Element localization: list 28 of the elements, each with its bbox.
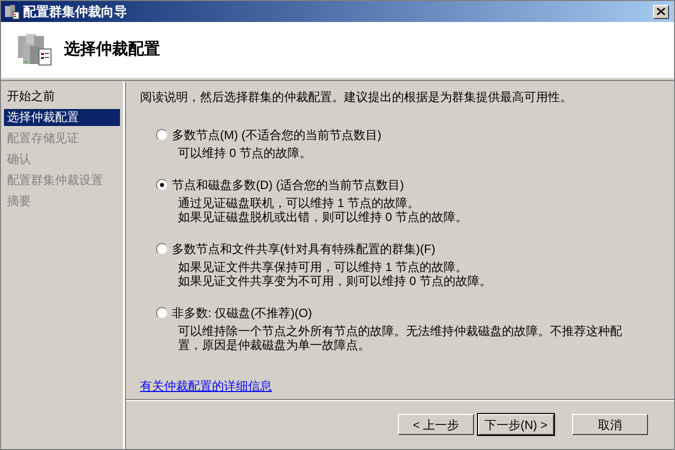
option-description: 可以维持 0 节点的故障。: [178, 146, 312, 160]
details-link[interactable]: 有关仲裁配置的详细信息: [140, 377, 272, 395]
option-label: 非多数: 仅磁盘(不推荐)(O): [172, 305, 312, 322]
option-description: 如果见证磁盘脱机或出错，则可以维持 0 节点的故障。: [178, 210, 468, 224]
option-label: 多数节点(M) (不适合您的当前节点数目): [172, 127, 382, 144]
option-label: 多数节点和文件共享(针对具有特殊配置的群集)(F): [172, 241, 436, 258]
wizard-button[interactable]: 取消: [572, 414, 648, 435]
window-title: 配置群集仲裁向导: [23, 2, 128, 21]
radio-button[interactable]: [156, 243, 168, 255]
radio-button[interactable]: [156, 129, 168, 141]
server-icon: [4, 4, 20, 20]
radio-button[interactable]: [156, 307, 168, 319]
option-description: 置，原因是仲裁磁盘为单一故障点。: [178, 338, 371, 352]
wizard-button[interactable]: 下一步(N) >: [478, 414, 554, 435]
sidebar-item[interactable]: 开始之前: [4, 88, 120, 105]
cluster-icon: [18, 34, 52, 66]
option-label: 节点和磁盘多数(D) (适合您的当前节点数目): [172, 177, 404, 194]
option-description: 通过见证磁盘联机，可以维持 1 节点的故障。: [178, 196, 420, 210]
radio-button[interactable]: [156, 179, 168, 191]
sidebar-item[interactable]: 选择仲裁配置: [4, 109, 120, 126]
option-description: 如果见证文件共享变为不可用，则可以维持 0 节点的故障。: [178, 274, 492, 288]
option-description: 可以维持除一个节点之外所有节点的故障。无法维持仲裁磁盘的故障。不推荐这种配: [178, 324, 623, 338]
close-button[interactable]: [653, 4, 669, 18]
option-description: 如果见证文件共享保持可用，可以维持 1 节点的故障。: [178, 260, 468, 274]
close-icon: [657, 8, 665, 15]
instruction-text: 阅读说明，然后选择群集的仲裁配置。建议提出的根据是为群集提供最高可用性。: [140, 89, 573, 106]
wizard-button[interactable]: < 上一步: [398, 414, 474, 435]
page-heading: 选择仲裁配置: [64, 40, 160, 60]
